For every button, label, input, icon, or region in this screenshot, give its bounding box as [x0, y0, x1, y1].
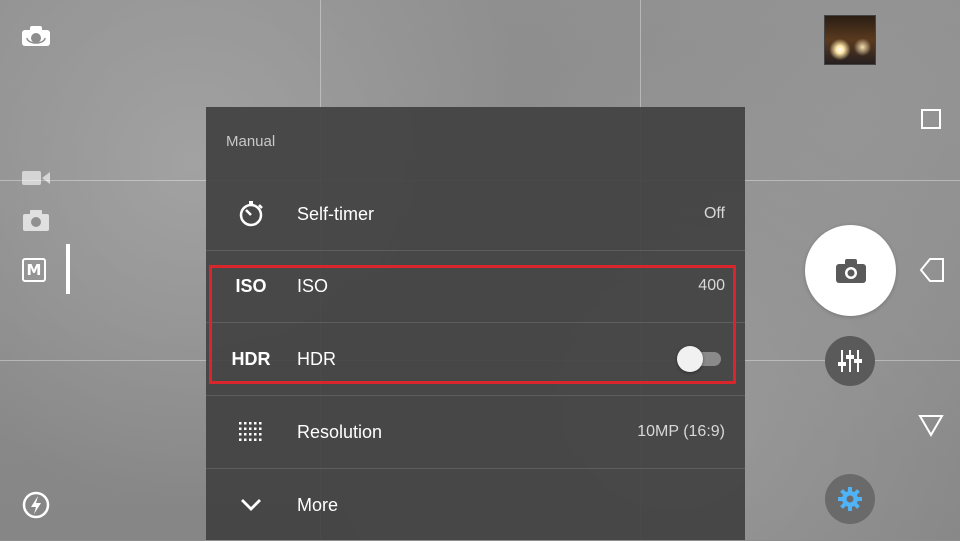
more-row[interactable]: More	[206, 469, 745, 541]
video-mode-icon[interactable]	[20, 166, 52, 190]
mode-indicator	[66, 244, 70, 294]
camera-icon	[835, 258, 866, 283]
self-timer-icon	[226, 194, 276, 234]
flash-auto-icon[interactable]	[20, 489, 52, 521]
resolution-value: 10MP (16:9)	[637, 423, 725, 440]
home-icon[interactable]	[916, 410, 946, 440]
sliders-icon	[838, 350, 862, 372]
chevron-down-icon	[226, 485, 276, 525]
grid-dots-icon	[226, 412, 276, 452]
self-timer-value: Off	[703, 205, 725, 222]
gear-icon	[838, 487, 862, 511]
more-label: More	[297, 494, 339, 515]
back-icon[interactable]	[916, 255, 946, 285]
self-timer-label: Self-timer	[297, 203, 375, 224]
manual-controls-button[interactable]	[825, 336, 875, 386]
self-timer-row[interactable]: Self-timer Off	[206, 178, 745, 250]
shutter-button[interactable]	[805, 225, 896, 316]
last-photo-thumbnail[interactable]	[824, 15, 876, 65]
recent-apps-icon[interactable]	[920, 108, 942, 130]
photo-mode-icon[interactable]	[20, 206, 52, 234]
resolution-label: Resolution	[297, 421, 383, 442]
switch-camera-icon[interactable]	[18, 22, 54, 50]
manual-mode-icon[interactable]: M	[22, 258, 46, 282]
panel-title: Manual	[226, 133, 276, 150]
resolution-row[interactable]: Resolution 10MP (16:9)	[206, 396, 745, 468]
highlight-box	[209, 265, 736, 384]
settings-button[interactable]	[825, 474, 875, 524]
